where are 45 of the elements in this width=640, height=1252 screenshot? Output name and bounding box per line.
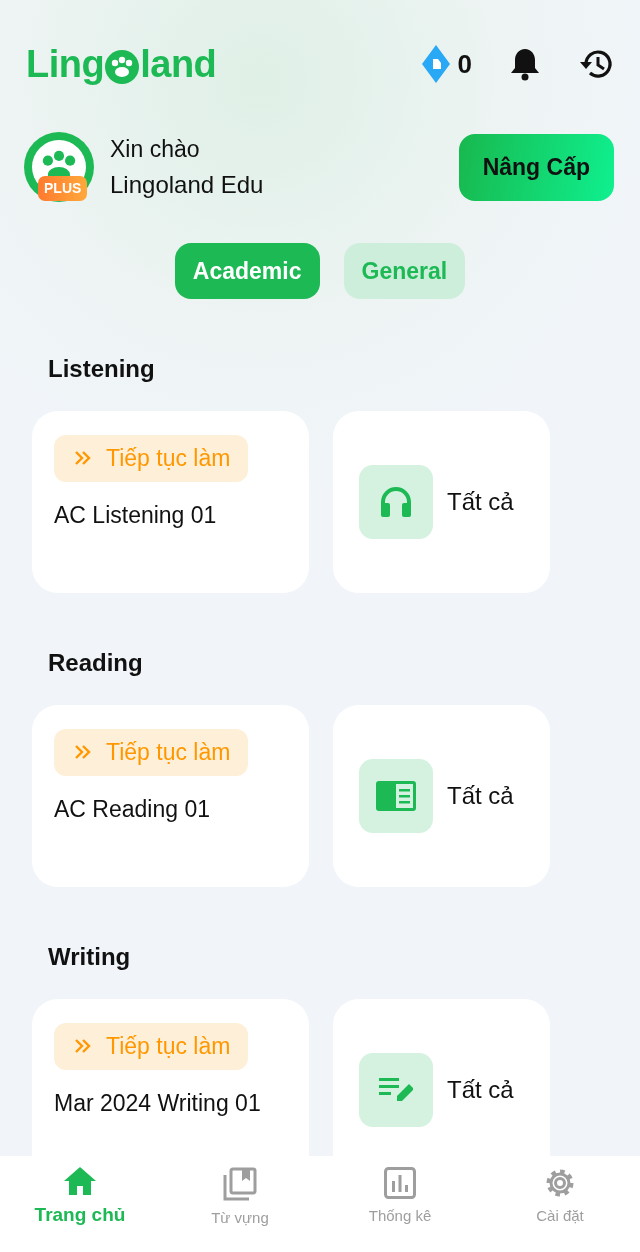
all-tests-card[interactable]: Tất cả (333, 411, 550, 593)
logo-text: land (140, 41, 217, 87)
all-label: Tất cả (447, 1075, 514, 1105)
all-label: Tất cả (447, 781, 514, 811)
bookmark-stack-icon (223, 1167, 257, 1201)
all-tests-card[interactable]: Tất cả (333, 705, 550, 887)
bar-chart-icon (384, 1167, 416, 1199)
plus-badge: PLUS (38, 176, 88, 202)
all-tests-card[interactable]: Tất cả (333, 999, 550, 1156)
gem-count: 0 (457, 47, 472, 81)
home-icon (64, 1167, 96, 1195)
headphones-icon (379, 486, 413, 518)
test-title: AC Reading 01 (54, 794, 211, 824)
diamond-icon (421, 45, 450, 83)
upgrade-button[interactable]: Nâng Cấp (458, 134, 614, 201)
nav-tab[interactable]: Cài đặt (480, 1166, 640, 1252)
user-name: Lingoland Edu (110, 169, 264, 200)
category-tab[interactable]: Academic (174, 242, 320, 299)
nav-tab[interactable]: Trang chủ (0, 1166, 160, 1252)
category-tab[interactable]: General (343, 242, 466, 299)
test-card[interactable]: Tiếp tục làm AC Listening 01 (32, 411, 309, 593)
section-title: Listening (48, 354, 156, 384)
double-chevron-icon (74, 450, 92, 467)
greeting-text: Xin chào (110, 135, 201, 164)
test-card[interactable]: Tiếp tục làm Mar 2024 Writing 01 (32, 999, 309, 1156)
edit-note-icon (379, 1076, 413, 1104)
nav-tab[interactable]: Từ vựng (160, 1166, 320, 1252)
section-title: Writing (48, 942, 132, 972)
double-chevron-icon (74, 1038, 92, 1055)
nav-tab[interactable]: Thống kê (320, 1166, 480, 1252)
history-icon[interactable] (578, 47, 614, 81)
paw-icon (105, 50, 140, 84)
double-chevron-icon (74, 744, 92, 761)
continue-badge[interactable]: Tiếp tục làm (54, 729, 249, 776)
continue-badge[interactable]: Tiếp tục làm (54, 435, 249, 482)
settings-icon (544, 1167, 576, 1199)
test-title: AC Listening 01 (54, 500, 218, 530)
book-icon (376, 781, 416, 811)
all-label: Tất cả (447, 487, 514, 517)
logo-text: Ling (26, 41, 105, 87)
test-title: Mar 2024 Writing 01 (54, 1088, 262, 1118)
continue-badge[interactable]: Tiếp tục làm (54, 1023, 249, 1070)
bell-icon[interactable] (510, 47, 540, 81)
test-card[interactable]: Tiếp tục làm AC Reading 01 (32, 705, 309, 887)
section-title: Reading (48, 648, 144, 678)
